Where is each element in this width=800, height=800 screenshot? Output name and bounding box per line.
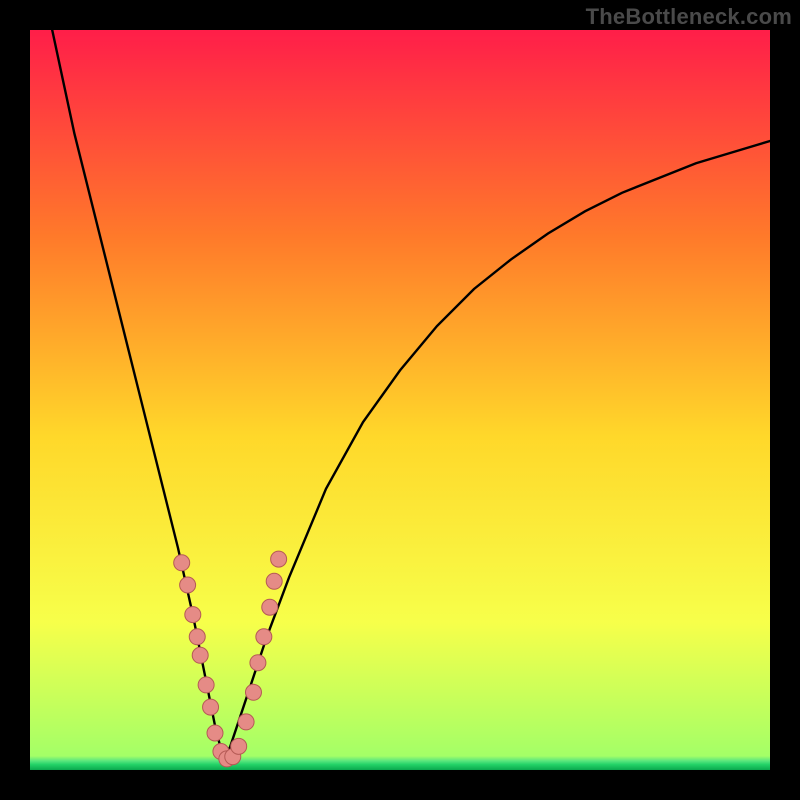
gradient-background — [30, 30, 770, 770]
chart-stage: TheBottleneck.com — [0, 0, 800, 800]
watermark-text: TheBottleneck.com — [586, 4, 792, 30]
plot-area — [30, 30, 770, 770]
